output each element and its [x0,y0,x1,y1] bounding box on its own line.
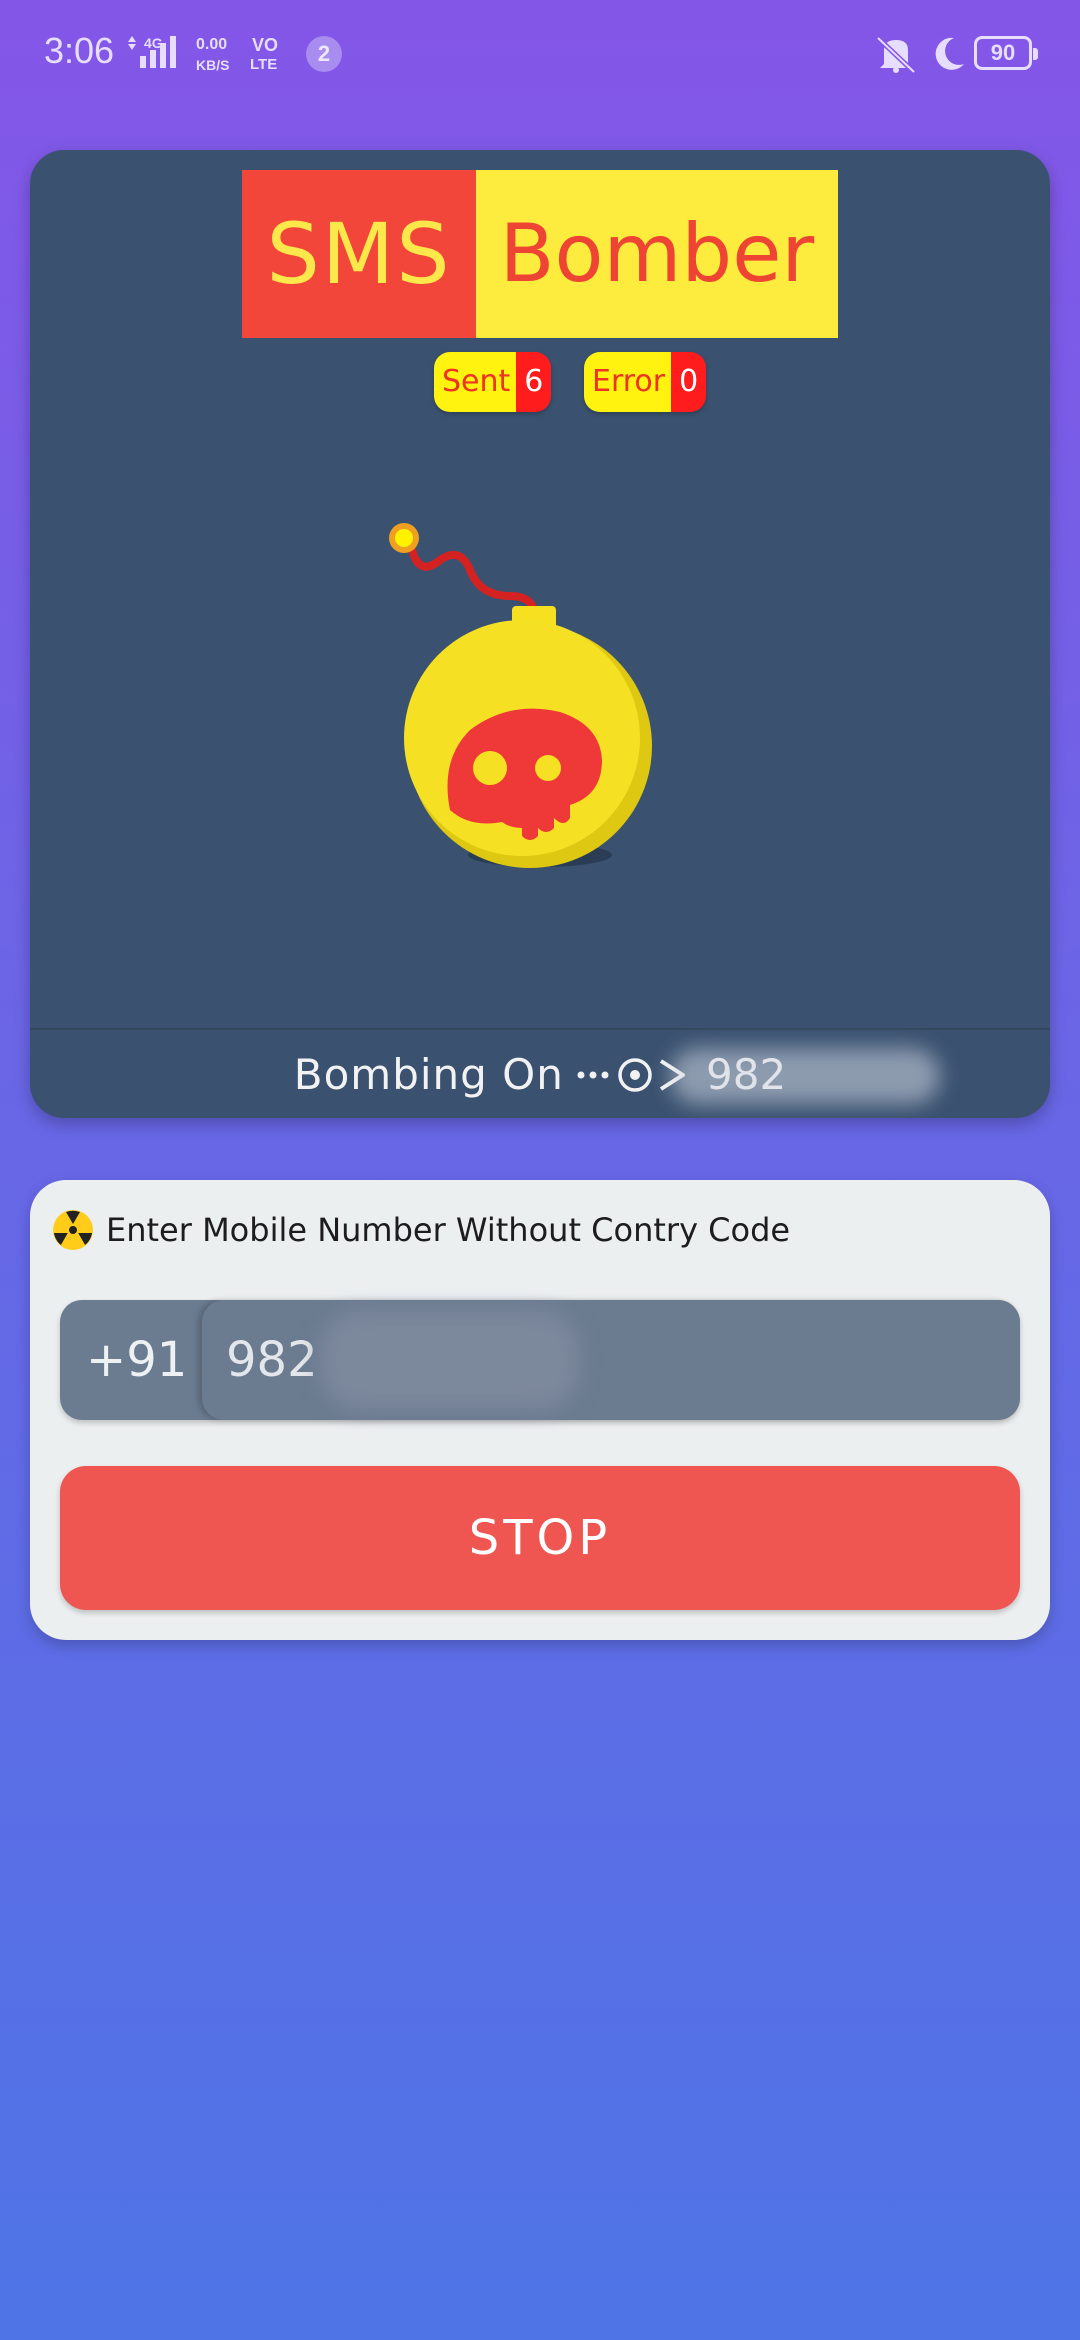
speed-unit: KB/S [196,57,230,73]
logo-sms: SMS [242,170,476,338]
error-label: Error [584,352,672,412]
speed-value: 0.00 [196,36,228,53]
logo-bomber: Bomber [476,170,838,338]
bombing-label: Bombing On [293,1050,564,1099]
sent-label: Sent [434,352,517,412]
volte-bottom: LTE [250,56,278,73]
notification-badge: 2 [306,36,342,72]
battery-indicator: 90 [974,36,1038,70]
stop-button[interactable]: STOP [60,1466,1020,1610]
redacted-input-blur [320,1310,580,1410]
app-logo: SMS Bomber [242,170,838,338]
network-type: 4G [144,35,163,51]
vibrate-off-icon [876,36,916,74]
country-code: +91 [86,1332,188,1388]
sent-counter: Sent 6 [434,352,552,412]
phone-input-row: +91 [60,1300,1020,1420]
prompt-row: Enter Mobile Number Without Contry Code [52,1206,790,1254]
prompt-label: Enter Mobile Number Without Contry Code [106,1211,791,1249]
redacted-number-blur [670,1048,940,1104]
input-card: Enter Mobile Number Without Contry Code … [30,1180,1050,1640]
status-time: 3:06 [44,30,115,71]
stats-row: Sent 6 Error 0 [404,352,707,414]
volte-top: VO [252,35,279,55]
sent-count: 6 [516,352,552,412]
error-counter: Error 0 [584,352,707,412]
moon-icon [935,37,964,70]
error-count: 0 [671,352,707,412]
status-bar: 3:06 4G 0.00 KB/S VO LTE 2 90 [0,0,1080,110]
bomber-display-card: SMS Bomber Sent 6 Error 0 Bombing On [30,150,1050,1118]
radiation-icon [53,1210,93,1250]
bomb-icon [389,523,652,868]
